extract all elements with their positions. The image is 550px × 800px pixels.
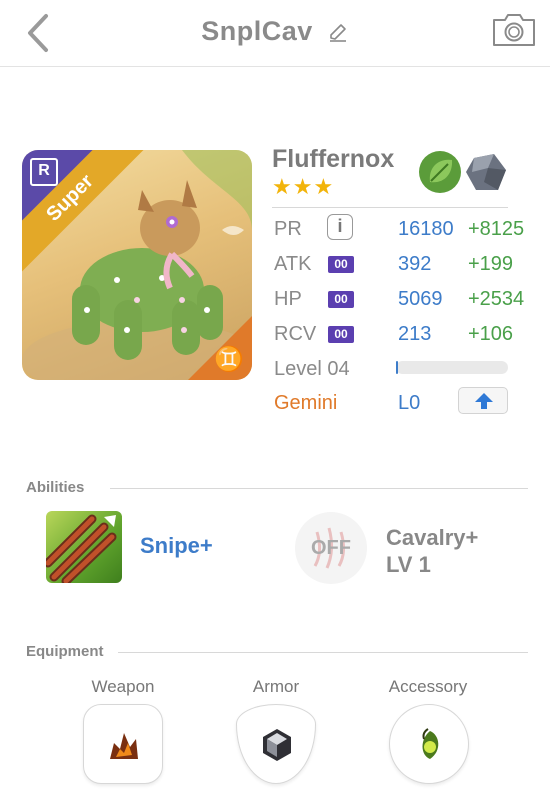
atk-value: 392 [398, 253, 432, 275]
limit-level: L0 [398, 392, 421, 414]
abilities-divider [110, 488, 528, 489]
passive-ability-title: Cavalry+ [386, 525, 479, 550]
active-ability-name[interactable]: Snipe+ [140, 533, 213, 559]
weapon-label: Weapon [91, 677, 155, 696]
hp-value: 5069 [398, 288, 443, 310]
arrows-icon [46, 514, 117, 583]
shield-gem-icon [263, 729, 291, 761]
passive-ability-toggle[interactable]: OFF [295, 512, 367, 584]
rank-badge: R [30, 158, 58, 186]
hp-plus-badge: 00 [328, 291, 354, 308]
atk-label: ATK [274, 253, 312, 275]
hp-bonus: +2534 [468, 288, 525, 310]
rcv-value: 213 [398, 323, 432, 345]
pr-value: 16180 [398, 218, 454, 240]
level-progress-bar [396, 361, 508, 374]
camera-icon[interactable] [491, 12, 537, 48]
equipment-divider [118, 652, 528, 653]
monster-name: Fluffernox [272, 145, 395, 173]
rock-icon [466, 154, 506, 190]
star-rating: ★★★ [272, 174, 335, 199]
armor-label: Armor [252, 677, 300, 696]
level-progress-fill [396, 361, 399, 374]
passive-ability-name[interactable]: Cavalry+ LV 1 [386, 524, 478, 578]
abilities-title: Abilities [26, 479, 85, 496]
atk-plus-badge: 00 [328, 256, 354, 273]
accessory-label: Accessory [388, 677, 468, 696]
rcv-bonus: +106 [468, 323, 514, 345]
page-title: SnplCav [201, 16, 313, 46]
leaf-icon [419, 151, 461, 193]
armor-slot[interactable] [236, 704, 316, 784]
pr-bonus: +8125 [468, 218, 525, 240]
leaf-charm-icon [422, 728, 439, 759]
rcv-label: RCV [274, 323, 317, 345]
equipment-title: Equipment [26, 643, 104, 660]
passive-ability-level: LV 1 [386, 552, 431, 577]
title-row: SnplCav [0, 16, 550, 47]
name-divider [272, 207, 508, 208]
level-label: Level 04 [274, 358, 350, 380]
info-icon[interactable]: i [327, 214, 353, 240]
weapon-slot[interactable] [83, 704, 163, 784]
pr-label: PR [274, 218, 302, 240]
zodiac-gemini-icon: ♊ [214, 346, 244, 373]
edit-pencil-icon[interactable] [327, 21, 349, 43]
snipe-ability-icon[interactable] [46, 511, 122, 583]
atk-bonus: +199 [468, 253, 514, 275]
hp-label: HP [274, 288, 302, 310]
monster-portrait[interactable]: Super R ♊ [22, 150, 252, 380]
passive-state: OFF [311, 537, 351, 559]
arrow-up-icon [475, 393, 493, 409]
rcv-plus-badge: 00 [328, 326, 354, 343]
top-bar: SnplCav [0, 0, 550, 67]
accessory-slot[interactable] [389, 704, 469, 784]
zodiac-name: Gemini [274, 392, 338, 414]
fire-gem-icon [110, 733, 138, 759]
upgrade-button[interactable] [458, 387, 508, 414]
